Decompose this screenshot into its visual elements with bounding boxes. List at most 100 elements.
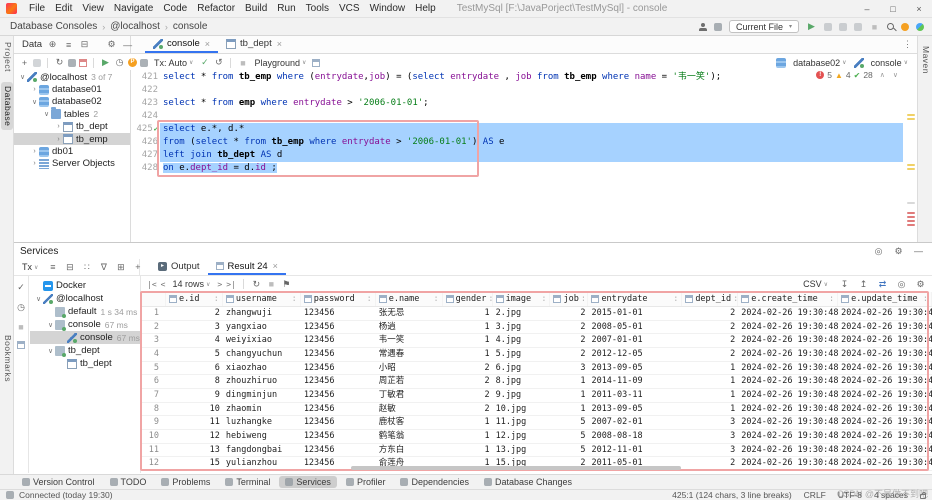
toolwindow-button-profiler[interactable]: Profiler [340, 476, 392, 488]
cell-e-create-time[interactable]: 2024-02-26 19:30:48 [738, 348, 838, 361]
cell-image[interactable]: 13.jpg [493, 444, 551, 457]
stripe-maven[interactable]: Maven [919, 42, 931, 78]
app-logo-icon[interactable] [6, 3, 17, 14]
toolwindow-button-problems[interactable]: Problems [155, 476, 216, 488]
column-header-gender[interactable]: gender: [443, 292, 493, 306]
execute-icon[interactable]: ▶ [100, 57, 111, 68]
services-tree-item-localhost[interactable]: ∨@localhost [30, 292, 140, 305]
cell-e-name[interactable]: 周芷若 [376, 375, 443, 388]
error-stripe-mark[interactable] [907, 212, 915, 214]
expander-icon[interactable]: ∨ [46, 321, 55, 329]
menu-item-help[interactable]: Help [410, 3, 441, 14]
cell-dept-id[interactable]: 1 [682, 403, 738, 416]
data-source-properties-icon[interactable]: ⊕ [47, 39, 58, 50]
table-row-6[interactable]: 68zhouzhiruo123456周芷若28.jpg12014-11-0912… [141, 375, 932, 389]
warning-stripe-mark[interactable] [907, 114, 915, 116]
cell-job[interactable]: 5 [551, 444, 589, 457]
cell-dept-id[interactable]: 2 [682, 348, 738, 361]
stripe-mark[interactable] [907, 202, 915, 204]
cell-image[interactable]: 2.jpg [493, 307, 551, 320]
coverage-icon[interactable] [839, 23, 847, 31]
expander-icon[interactable]: ∨ [42, 110, 51, 118]
cell-e-id[interactable]: 9 [166, 389, 223, 402]
transfer-icon[interactable]: ⇄ [877, 279, 888, 290]
sort-icon[interactable]: : [673, 294, 678, 304]
warning-stripe-mark[interactable] [907, 168, 915, 170]
cell-gender[interactable]: 1 [443, 444, 493, 457]
sort-icon[interactable]: : [829, 294, 834, 304]
cell-gender[interactable]: 2 [443, 362, 493, 375]
cell-entrydate[interactable]: 2011-03-11 [588, 389, 682, 402]
table-row-5[interactable]: 56xiaozhao123456小昭26.jpg32013-09-0512024… [141, 362, 932, 376]
cell-entrydate[interactable]: 2008-08-18 [588, 430, 682, 443]
expander-icon[interactable]: ∨ [18, 73, 27, 81]
sort-icon[interactable]: : [434, 294, 439, 304]
menu-item-view[interactable]: View [77, 3, 109, 14]
table-row-11[interactable]: 1113fangdongbai123456方东白113.jpg52012-11-… [141, 444, 932, 458]
code-line-423[interactable]: select * from emp where entrydate > '200… [160, 97, 903, 110]
cell-e-id[interactable]: 6 [166, 362, 223, 375]
cell-image[interactable]: 11.jpg [493, 416, 551, 429]
cell-e-name[interactable]: 常遇春 [376, 348, 443, 361]
cell-e-name[interactable]: 小昭 [376, 362, 443, 375]
cell-e-create-time[interactable]: 2024-02-26 19:30:48 [738, 362, 838, 375]
services-tree-item-console[interactable]: console67 ms [30, 331, 140, 344]
indent-setting[interactable]: 4 spaces [874, 490, 908, 500]
cell-password[interactable]: 123456 [301, 375, 376, 388]
cell-job[interactable]: 2 [551, 348, 589, 361]
notifications-icon[interactable] [916, 23, 924, 31]
menu-item-code[interactable]: Code [158, 3, 192, 14]
caret-position[interactable]: 425:1 (124 chars, 3 line breaks) [672, 490, 792, 500]
last-page-icon[interactable]: >| [226, 280, 236, 289]
db-tree-item-tb-emp[interactable]: ›tb_emp [14, 133, 130, 145]
cell-username[interactable]: fangdongbai [223, 444, 301, 457]
cell-username[interactable]: xiaozhao [223, 362, 301, 375]
cell-e-update-time[interactable]: 2024-02-26 19:30:48 [838, 403, 932, 416]
cell-username[interactable]: zhouzhiruo [223, 375, 301, 388]
menu-item-run[interactable]: Run [272, 3, 300, 14]
next-prev-error-icons[interactable]: ∧ ∨ [880, 71, 901, 79]
inspection-widget[interactable]: ! 5 ▲ 4 ✔ 28 ∧ ∨ [816, 70, 901, 80]
column-header-username[interactable]: username: [223, 292, 301, 306]
cell-dept-id[interactable]: 1 [682, 375, 738, 388]
expander-icon[interactable]: › [54, 136, 63, 143]
stop-icon[interactable]: ■ [266, 279, 277, 289]
cell-password[interactable]: 123456 [301, 362, 376, 375]
cell-e-create-time[interactable]: 2024-02-26 19:30:48 [738, 430, 838, 443]
cell-job[interactable]: 2 [551, 321, 589, 334]
cell-e-id[interactable]: 5 [166, 348, 223, 361]
expander-icon[interactable]: › [30, 148, 39, 155]
user-icon[interactable] [699, 23, 707, 31]
cell-e-create-time[interactable]: 2024-02-26 19:30:48 [738, 416, 838, 429]
menu-item-window[interactable]: Window [365, 3, 411, 14]
expander-icon[interactable]: ∨ [30, 98, 39, 106]
cell-e-id[interactable]: 2 [166, 307, 223, 320]
services-tree-item-tb-dept[interactable]: ∨tb_dept [30, 344, 140, 357]
cell-password[interactable]: 123456 [301, 334, 376, 347]
services-tab-result-24[interactable]: Result 24× [208, 259, 286, 275]
cell-job[interactable]: 1 [551, 389, 589, 402]
services-tree-item-default[interactable]: default1 s 34 ms [30, 305, 140, 318]
cell-username[interactable]: zhaomin [223, 403, 301, 416]
sync-icon[interactable]: ↻ [54, 57, 65, 68]
cell-e-id[interactable]: 11 [166, 416, 223, 429]
search-icon[interactable] [887, 23, 894, 30]
services-tab-output[interactable]: ▸Output [150, 259, 208, 275]
group-by-icon[interactable]: ∷ [81, 262, 92, 273]
cell-e-update-time[interactable]: 2024-02-26 19:30:48 [838, 362, 932, 375]
wrench-icon[interactable] [140, 59, 148, 67]
db-tree-item-server-objects[interactable]: ›Server Objects [14, 158, 130, 170]
close-icon[interactable]: × [906, 4, 932, 14]
warning-stripe-mark[interactable] [907, 118, 915, 120]
cell-password[interactable]: 123456 [301, 348, 376, 361]
prev-page-icon[interactable]: < [161, 280, 166, 289]
cell-e-name[interactable]: 鹿杖客 [376, 416, 443, 429]
console-selector[interactable]: console∨ [868, 58, 911, 68]
expander-icon[interactable]: › [30, 86, 39, 93]
column-header-entrydate[interactable]: entrydate: [588, 292, 682, 306]
cell-entrydate[interactable]: 2012-11-01 [588, 444, 682, 457]
cell-entrydate[interactable]: 2013-09-05 [588, 403, 682, 416]
menu-item-file[interactable]: File [24, 3, 50, 14]
cell-job[interactable]: 5 [551, 416, 589, 429]
column-header-dept-id[interactable]: dept_id: [682, 292, 738, 306]
